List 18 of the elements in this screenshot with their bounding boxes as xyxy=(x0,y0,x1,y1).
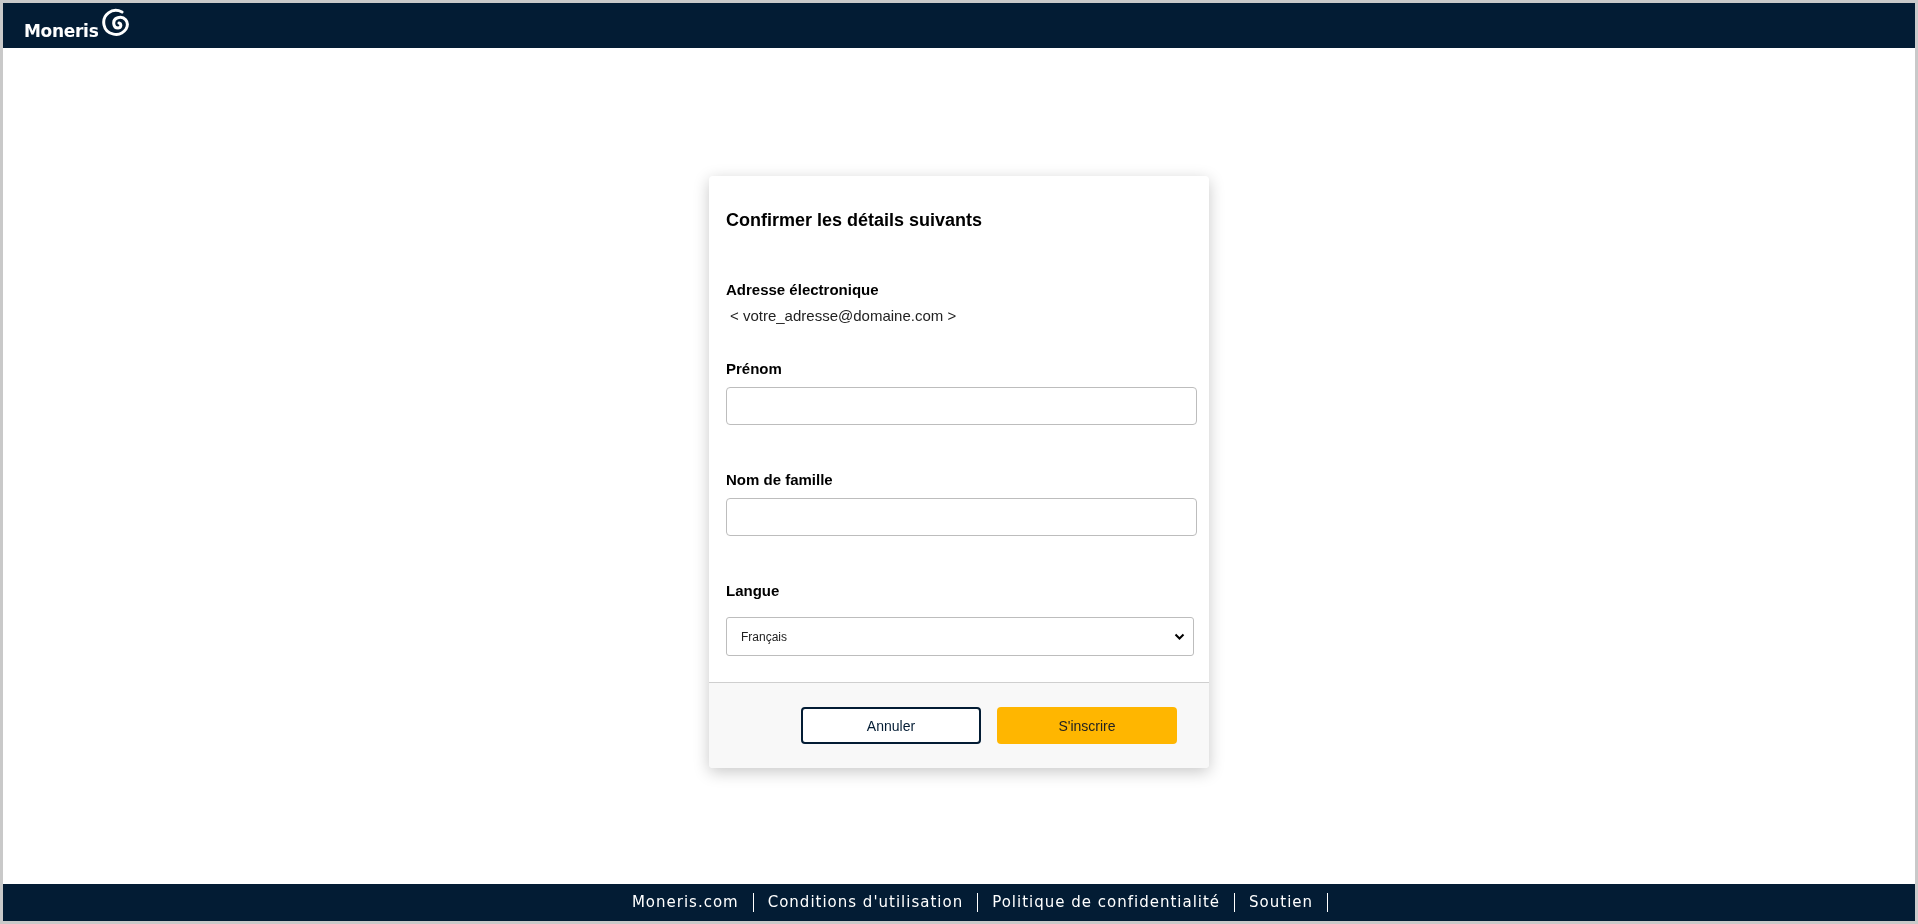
swirl-logo-icon xyxy=(100,6,131,39)
dialog-title: Confirmer les détails suivants xyxy=(726,210,984,231)
logo-text: Moneris xyxy=(24,20,99,41)
field-label: Prénom xyxy=(726,360,782,377)
language-dropdown[interactable]: Français xyxy=(726,617,1194,656)
field-label: Langue xyxy=(726,582,780,599)
sign-up-button[interactable]: S'inscrire xyxy=(997,707,1177,744)
input-field[interactable] xyxy=(726,498,1197,536)
footer-link[interactable]: Politique de confidentialité xyxy=(978,893,1236,912)
footer-link[interactable]: Soutien xyxy=(1235,893,1329,912)
field-label: Adresse électronique xyxy=(726,281,879,298)
email-value: < votre_adresse@domaine.com > xyxy=(730,307,957,324)
input-field[interactable] xyxy=(726,387,1197,425)
cancel-button[interactable]: Annuler xyxy=(801,707,981,744)
chevron-down-icon xyxy=(1174,632,1185,641)
footer-link[interactable]: Moneris.com xyxy=(617,893,754,912)
field-label: Nom de famille xyxy=(726,471,833,488)
footer-link[interactable]: Conditions d'utilisation xyxy=(753,893,979,912)
